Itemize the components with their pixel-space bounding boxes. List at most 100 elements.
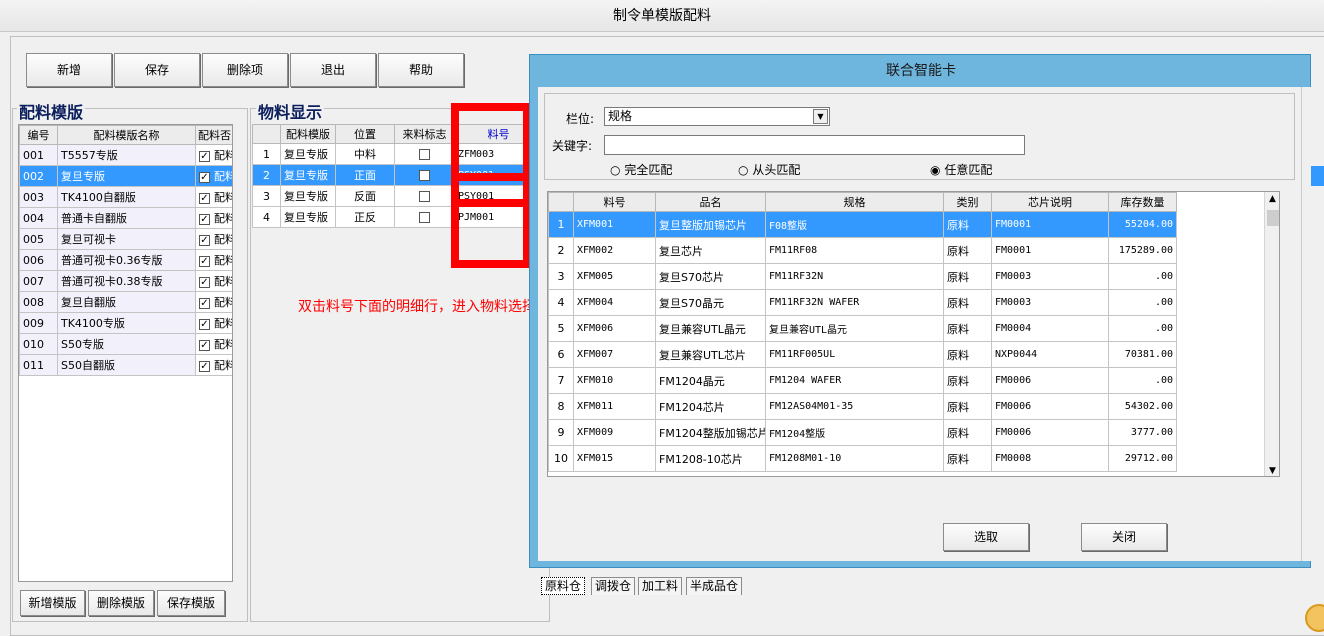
check-icon[interactable]: ✓: [199, 276, 210, 288]
template-name: S50自翻版: [57, 354, 196, 376]
tab-3[interactable]: 半成品仓: [686, 577, 743, 595]
chevron-down-icon[interactable]: ▼: [813, 109, 828, 124]
table-row[interactable]: 005复旦可视卡✓ 配料: [19, 228, 232, 250]
col-header-position[interactable]: 位置: [335, 124, 395, 144]
table-row[interactable]: 4 XFM004 复旦S70晶元 FM11RF32N WAFER 原料 FM0003.00: [548, 289, 1177, 316]
match-exact[interactable]: ○ 完全匹配: [610, 161, 672, 178]
check-icon[interactable]: ✓: [199, 192, 210, 204]
scroll-thumb[interactable]: [1267, 210, 1279, 226]
material-template: 复旦专版: [280, 164, 336, 186]
template-flag-cell[interactable]: ✓ 配料: [195, 333, 232, 355]
col-header-rownum: [548, 192, 574, 212]
template-name: TK4100专版: [57, 312, 196, 334]
checkbox-icon[interactable]: [419, 149, 430, 160]
incoming-flag-cell[interactable]: [394, 206, 455, 228]
col-header-stock[interactable]: 库存数量: [1108, 192, 1177, 212]
table-row[interactable]: 10 XFM015 FM1208-10芯片 FM1208M01-10 原料 FM0008 2…: [548, 445, 1177, 472]
table-row[interactable]: 001T5557专版✓ 配料: [19, 144, 232, 166]
select-button[interactable]: 选取: [943, 523, 1029, 551]
template-flag-cell[interactable]: ✓ 配料: [195, 207, 232, 229]
table-row[interactable]: 008复旦自翻版✓ 配料: [19, 291, 232, 313]
template-grid[interactable]: 编号 配料模版名称 配料否 001T5557专版✓配料002复旦专版✓配料003…: [18, 124, 233, 582]
col-header-category[interactable]: 类别: [943, 192, 992, 212]
template-flag-cell[interactable]: ✓ 配料: [195, 312, 232, 334]
col-header-id[interactable]: 编号: [19, 125, 58, 145]
template-id: 007: [19, 270, 58, 292]
add-template-button[interactable]: 新增模版: [20, 590, 85, 616]
tab-1[interactable]: 调拨仓: [591, 577, 636, 595]
table-row[interactable]: 011S50自翻版✓ 配料: [19, 354, 232, 376]
col-header-spec[interactable]: 规格: [765, 192, 944, 212]
delete-item-button[interactable]: 删除项: [202, 53, 288, 87]
result-scrollbar[interactable]: ▲ ▼: [1264, 192, 1279, 476]
table-row[interactable]: 009TK4100专版✓ 配料: [19, 312, 232, 334]
check-icon[interactable]: ✓: [199, 318, 210, 330]
match-any[interactable]: ◉ 任意匹配: [930, 161, 992, 178]
col-header-code[interactable]: 料号: [573, 192, 656, 212]
col-header-incoming-flag[interactable]: 来料标志: [394, 124, 455, 144]
check-icon[interactable]: ✓: [199, 213, 210, 225]
template-flag-cell[interactable]: ✓ 配料: [195, 186, 232, 208]
scroll-up-icon[interactable]: ▲: [1269, 194, 1276, 204]
check-icon[interactable]: ✓: [199, 171, 210, 183]
table-row[interactable]: 1 XFM001 复旦整版加锡芯片 F08整版 原料 FM0001 55204.00: [548, 211, 1177, 238]
table-row[interactable]: 3 XFM005 复旦S70芯片 FM11RF32N 原料 FM0003.00: [548, 263, 1177, 290]
match-prefix[interactable]: ○ 从头匹配: [738, 161, 800, 178]
tab-2[interactable]: 加工料: [638, 577, 683, 595]
check-icon[interactable]: ✓: [199, 234, 210, 246]
template-flag-cell[interactable]: ✓ 配料: [195, 144, 232, 166]
check-icon[interactable]: ✓: [199, 297, 210, 309]
template-flag-cell[interactable]: ✓ 配料: [195, 354, 232, 376]
check-icon[interactable]: ✓: [199, 339, 210, 351]
table-row[interactable]: 9 XFM009 FM1204整版加锡芯片 FM1204整版 原料 FM0006 3777.…: [548, 419, 1177, 446]
help-button[interactable]: 帮助: [378, 53, 464, 87]
check-icon[interactable]: ✓: [199, 360, 210, 372]
incoming-flag-cell[interactable]: [394, 185, 455, 207]
template-flag-cell[interactable]: ✓ 配料: [195, 249, 232, 271]
checkbox-icon[interactable]: [419, 170, 430, 181]
exit-button[interactable]: 退出: [290, 53, 376, 87]
table-row[interactable]: 003TK4100自翻版✓ 配料: [19, 186, 232, 208]
template-flag-cell[interactable]: ✓ 配料: [195, 228, 232, 250]
col-header-name[interactable]: 配料模版名称: [57, 125, 196, 145]
field-select[interactable]: 规格 ▼: [604, 107, 830, 126]
check-icon[interactable]: ✓: [199, 255, 210, 267]
radio-prefix-icon[interactable]: ○: [738, 163, 748, 177]
save-button[interactable]: 保存: [114, 53, 200, 87]
table-row[interactable]: 010S50专版✓ 配料: [19, 333, 232, 355]
delete-template-button[interactable]: 删除模版: [88, 590, 154, 616]
save-template-button[interactable]: 保存模版: [157, 590, 225, 616]
table-row[interactable]: 2 XFM002 复旦芯片 FM11RF08 原料 FM0001 175289.00: [548, 237, 1177, 264]
table-row[interactable]: 8 XFM011 FM1204芯片 FM12AS04M01-35 原料 FM0006 543…: [548, 393, 1177, 420]
incoming-flag-cell[interactable]: [394, 143, 455, 165]
col-header-chip[interactable]: 芯片说明: [991, 192, 1109, 212]
radio-any-icon[interactable]: ◉: [930, 163, 940, 177]
table-row[interactable]: 006普通可视卡0.36专版✓ 配料: [19, 249, 232, 271]
col-header-flag[interactable]: 配料否: [195, 125, 232, 145]
table-row[interactable]: 7 XFM010 FM1204晶元 FM1204 WAFER 原料 FM0006.00: [548, 367, 1177, 394]
incoming-flag-cell[interactable]: [394, 164, 455, 186]
match-prefix-label: 从头匹配: [752, 163, 801, 177]
table-row[interactable]: 6 XFM007 复旦兼容UTL芯片 FM11RF005UL 原料 NXP0044 7038…: [548, 341, 1177, 368]
table-row[interactable]: 007普通可视卡0.38专版✓ 配料: [19, 270, 232, 292]
template-flag-cell[interactable]: ✓ 配料: [195, 165, 232, 187]
table-row[interactable]: 5 XFM006 复旦兼容UTL晶元 复旦兼容UTL晶元 原料 FM0004.00: [548, 315, 1177, 342]
radio-exact-icon[interactable]: ○: [610, 163, 620, 177]
template-id: 001: [19, 144, 58, 166]
result-grid[interactable]: 料号 品名 规格 类别 芯片说明 库存数量 1 XFM001 复旦整版加锡芯片 F08…: [547, 191, 1280, 477]
scroll-down-icon[interactable]: ▼: [1269, 466, 1276, 476]
checkbox-icon[interactable]: [419, 212, 430, 223]
col-header-template[interactable]: 配料模版: [280, 124, 336, 144]
close-button[interactable]: 关闭: [1081, 523, 1167, 551]
template-flag-cell[interactable]: ✓ 配料: [195, 291, 232, 313]
add-button[interactable]: 新增: [26, 53, 112, 87]
col-header-product-name[interactable]: 品名: [655, 192, 766, 212]
table-row[interactable]: 004普通卡自翻版✓ 配料: [19, 207, 232, 229]
checkbox-icon[interactable]: [419, 191, 430, 202]
table-row[interactable]: 002复旦专版✓ 配料: [19, 165, 232, 187]
tab-0[interactable]: 原料仓: [541, 577, 586, 595]
check-icon[interactable]: ✓: [199, 150, 210, 162]
keyword-input[interactable]: [604, 135, 1025, 155]
result-stock: 175289.00: [1108, 237, 1177, 264]
template-flag-cell[interactable]: ✓ 配料: [195, 270, 232, 292]
